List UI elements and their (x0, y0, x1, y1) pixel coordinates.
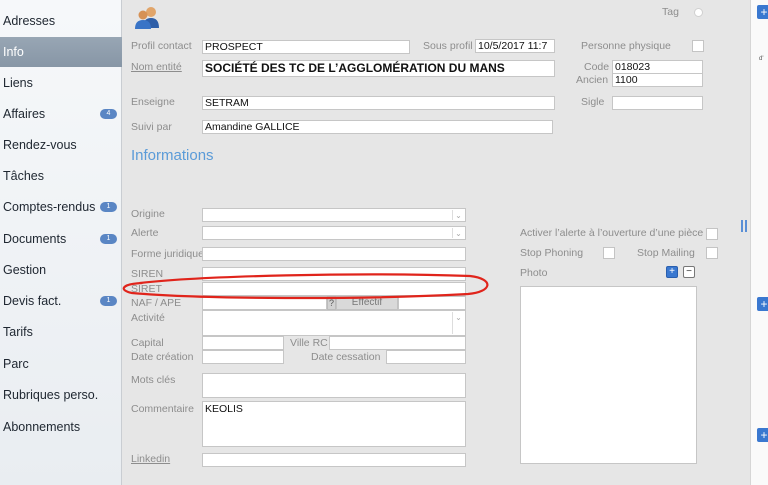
app-window: Adresses Info Liens Affaires 4 Rendez-vou… (0, 0, 768, 485)
annotation-ellipse (122, 273, 489, 300)
